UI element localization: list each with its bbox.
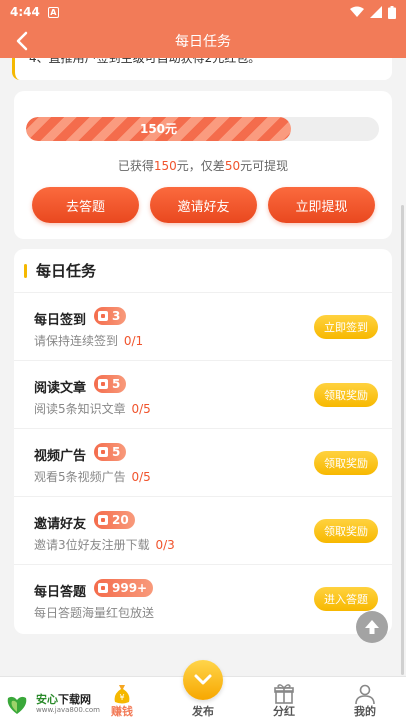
remaining-amount: 50 (224, 159, 241, 173)
task-progress: 0/1 (123, 334, 144, 348)
back-to-top-button[interactable] (356, 611, 388, 643)
task-progress: 0/5 (131, 470, 151, 484)
action-buttons: 去答题 邀请好友 立即提现 (32, 187, 375, 223)
page-title: 每日任务 (175, 34, 231, 50)
watermark-brand: 安心下载网 (36, 691, 91, 707)
task-row: 每日答题 999+ 每日答题海量红包放送 进入答题 (14, 565, 392, 633)
task-name: 视频广告 (34, 449, 87, 464)
coin-badge: 5 (94, 375, 127, 393)
status-time: 4:44 (10, 5, 40, 19)
task-desc-text: 阅读5条知识文章 (34, 402, 126, 416)
wifi-icon (350, 6, 364, 17)
arrow-up-icon (365, 620, 379, 634)
coin-amount: 3 (112, 309, 121, 323)
nav-label: 发布 (192, 705, 214, 718)
coin-icon (98, 447, 108, 457)
watermark-url: www.java800.com (36, 706, 100, 714)
coin-icon (98, 379, 108, 389)
task-desc-text: 请保持连续签到 (34, 334, 119, 348)
watermark: 安心下载网 www.java800.com (2, 689, 106, 719)
progress-label: 150元 (139, 122, 178, 136)
task-desc: 请保持连续签到 0/1 (34, 332, 143, 349)
back-arrow-icon[interactable] (10, 29, 34, 53)
task-row: 每日签到 3 请保持连续签到 0/1 立即签到 (14, 293, 392, 361)
coin-icon (98, 583, 108, 593)
daily-task-panel: 每日任务 每日签到 3 请保持连续签到 0/1 立即签到 阅读文章 5 阅读5条… (14, 249, 392, 634)
battery-icon (388, 5, 396, 19)
chevron-down-icon (194, 674, 212, 685)
publish-center-button[interactable] (183, 660, 223, 700)
notification-icon: A (47, 6, 59, 18)
section-title: 每日任务 (36, 262, 97, 280)
coin-amount: 5 (112, 445, 121, 459)
task-desc: 阅读5条知识文章 0/5 (34, 400, 151, 417)
watermark-brand-dark: 下载网 (58, 693, 91, 706)
progress-note: 已获得150元，仅差50元可提现 (14, 157, 392, 174)
status-indicators (350, 5, 396, 19)
withdraw-progress-card: 150元 已获得150元，仅差50元可提现 去答题 邀请好友 立即提现 (14, 91, 392, 239)
progress-bar: 150元 (26, 117, 379, 141)
note-suffix: 元可提现 (240, 159, 289, 173)
claim-reward-button[interactable]: 领取奖励 (314, 451, 378, 475)
nav-item-dividend[interactable]: 分红 (244, 677, 324, 721)
task-desc-text: 观看5条视频广告 (34, 470, 126, 484)
watermark-brand-green: 安心 (36, 693, 58, 706)
section-accent-bar (24, 263, 27, 278)
enter-quiz-button[interactable]: 进入答题 (314, 587, 378, 611)
task-name: 每日签到 (34, 313, 87, 328)
claim-reward-button[interactable]: 领取奖励 (314, 383, 378, 407)
coin-icon (98, 515, 108, 525)
nav-item-profile[interactable]: 我的 (325, 677, 405, 721)
watermark-logo-icon (7, 696, 27, 714)
signal-icon (370, 6, 382, 18)
notice-text: 4、直推用户签到主级可自动获得2元红包。 (29, 58, 261, 65)
task-row: 阅读文章 5 阅读5条知识文章 0/5 领取奖励 (14, 361, 392, 429)
coin-amount: 5 (112, 377, 121, 391)
coin-badge: 5 (94, 443, 127, 461)
task-desc: 观看5条视频广告 0/5 (34, 468, 151, 485)
money-bag-icon: ¥ (114, 685, 130, 704)
svg-text:¥: ¥ (119, 693, 124, 702)
task-desc: 每日答题海量红包放送 (34, 604, 154, 621)
user-icon (355, 684, 375, 705)
task-desc-text: 每日答题海量红包放送 (34, 606, 155, 620)
task-progress: 0/5 (131, 402, 151, 416)
task-desc: 邀请3位好友注册下载 0/3 (34, 536, 175, 553)
task-row: 邀请好友 20 邀请3位好友注册下载 0/3 领取奖励 (14, 497, 392, 565)
task-name: 邀请好友 (34, 517, 87, 532)
section-header: 每日任务 (14, 249, 392, 293)
scrollbar[interactable] (401, 205, 404, 675)
notice-card: 4、直推用户签到主级可自动获得2元红包。 (12, 58, 392, 80)
task-name: 阅读文章 (34, 381, 87, 396)
coin-amount: 20 (112, 513, 129, 527)
claim-reward-button[interactable]: 领取奖励 (314, 519, 378, 543)
task-row: 视频广告 5 观看5条视频广告 0/5 领取奖励 (14, 429, 392, 497)
task-name: 每日答题 (34, 585, 87, 600)
note-middle: 元，仅差 (176, 159, 225, 173)
coin-badge: 20 (94, 511, 135, 529)
task-progress: 0/3 (155, 538, 175, 552)
coin-badge: 3 (94, 307, 127, 325)
earned-amount: 150 (153, 159, 177, 173)
app-header: 每日任务 (0, 24, 406, 58)
coin-amount: 999+ (112, 581, 148, 595)
invite-friends-button[interactable]: 邀请好友 (150, 187, 257, 223)
note-prefix: 已获得 (117, 159, 154, 173)
task-desc-text: 邀请3位好友注册下载 (34, 538, 150, 552)
gift-icon (274, 684, 294, 704)
go-answer-button[interactable]: 去答题 (32, 187, 139, 223)
coin-badge: 999+ (94, 579, 154, 597)
coin-icon (98, 311, 108, 321)
withdraw-now-button[interactable]: 立即提现 (268, 187, 375, 223)
status-bar: 4:44 A (0, 0, 406, 24)
sign-in-button[interactable]: 立即签到 (314, 315, 378, 339)
